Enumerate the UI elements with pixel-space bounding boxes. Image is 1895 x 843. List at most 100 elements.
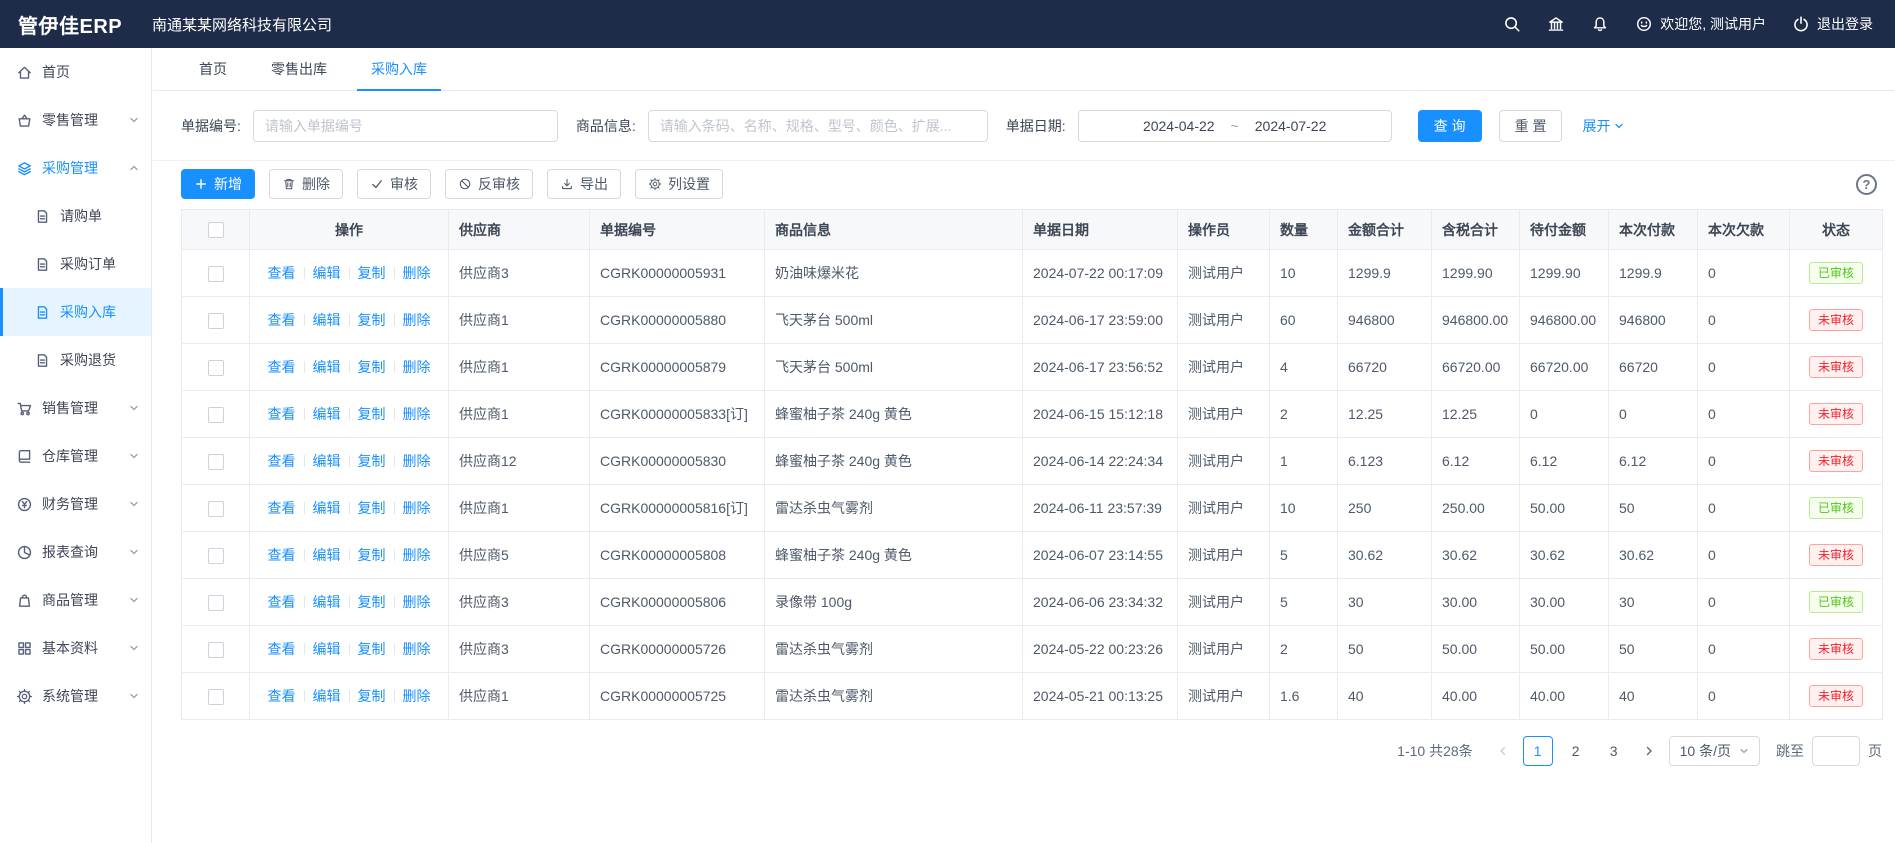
row-action-edit[interactable]: 编辑 [313, 500, 341, 516]
sidebar-item-purchase-request[interactable]: 请购单 [0, 192, 151, 240]
tab-purchase-inbound[interactable]: 采购入库 [357, 48, 441, 90]
select-all-checkbox[interactable] [208, 222, 224, 238]
row-action-delete[interactable]: 删除 [403, 641, 431, 657]
row-action-edit[interactable]: 编辑 [313, 641, 341, 657]
row-checkbox[interactable] [208, 689, 224, 705]
filter-bar: 单据编号: 商品信息: 单据日期: 2024-04-22 ~ 2024-07-2… [153, 91, 1895, 161]
add-button[interactable]: 新增 [181, 169, 255, 199]
row-action-edit[interactable]: 编辑 [313, 453, 341, 469]
row-checkbox[interactable] [208, 407, 224, 423]
row-action-edit[interactable]: 编辑 [313, 594, 341, 610]
row-action-delete[interactable]: 删除 [403, 500, 431, 516]
row-action-delete[interactable]: 删除 [403, 594, 431, 610]
row-action-view[interactable]: 查看 [268, 453, 296, 469]
page-size-select[interactable]: 10 条/页 [1669, 736, 1760, 766]
row-action-view[interactable]: 查看 [268, 500, 296, 516]
unaudit-button[interactable]: 反审核 [445, 169, 533, 199]
row-action-copy[interactable]: 复制 [358, 547, 386, 563]
audit-button[interactable]: 审核 [357, 169, 431, 199]
row-action-edit[interactable]: 编辑 [313, 547, 341, 563]
sidebar-item-sales[interactable]: 销售管理 [0, 384, 151, 432]
row-action-edit[interactable]: 编辑 [313, 688, 341, 704]
bank-icon[interactable] [1547, 15, 1565, 33]
row-action-view[interactable]: 查看 [268, 547, 296, 563]
column-settings-button[interactable]: 列设置 [635, 169, 723, 199]
row-checkbox[interactable] [208, 595, 224, 611]
page-button-3[interactable]: 3 [1599, 736, 1629, 766]
row-checkbox[interactable] [208, 642, 224, 658]
row-action-edit[interactable]: 编辑 [313, 265, 341, 281]
sidebar-item-basic-data[interactable]: 基本资料 [0, 624, 151, 672]
date-end-value[interactable]: 2024-07-22 [1255, 118, 1327, 134]
cell-to-pay: 1299.90 [1520, 250, 1609, 297]
sidebar-item-system[interactable]: 系统管理 [0, 672, 151, 720]
export-button[interactable]: 导出 [547, 169, 621, 199]
row-action-copy[interactable]: 复制 [358, 312, 386, 328]
sidebar-item-purchase-order[interactable]: 采购订单 [0, 240, 151, 288]
row-action-copy[interactable]: 复制 [358, 688, 386, 704]
row-action-view[interactable]: 查看 [268, 312, 296, 328]
sidebar-item-purchase-inbound[interactable]: 采购入库 [0, 288, 151, 336]
prev-page-button[interactable] [1491, 736, 1515, 766]
tab-retail-outbound[interactable]: 零售出库 [257, 48, 341, 90]
row-action-view[interactable]: 查看 [268, 594, 296, 610]
page-button-2[interactable]: 2 [1561, 736, 1591, 766]
user-menu[interactable]: 欢迎您, 测试用户 [1635, 14, 1766, 34]
row-action-delete[interactable]: 删除 [403, 312, 431, 328]
row-action-edit[interactable]: 编辑 [313, 406, 341, 422]
row-checkbox[interactable] [208, 266, 224, 282]
row-checkbox[interactable] [208, 313, 224, 329]
delete-button[interactable]: 删除 [269, 169, 343, 199]
row-action-delete[interactable]: 删除 [403, 265, 431, 281]
row-action-copy[interactable]: 复制 [358, 500, 386, 516]
help-icon[interactable]: ? [1856, 174, 1877, 195]
logout-button[interactable]: 退出登录 [1792, 14, 1873, 34]
row-action-view[interactable]: 查看 [268, 265, 296, 281]
sidebar-item-warehouse[interactable]: 仓库管理 [0, 432, 151, 480]
date-start-value[interactable]: 2024-04-22 [1143, 118, 1215, 134]
row-action-delete[interactable]: 删除 [403, 453, 431, 469]
row-action-copy[interactable]: 复制 [358, 594, 386, 610]
sidebar-item-purchase[interactable]: 采购管理 [0, 144, 151, 192]
search-icon[interactable] [1503, 15, 1521, 33]
pagination-total: 1-10 共28条 [1397, 741, 1472, 761]
row-action-edit[interactable]: 编辑 [313, 312, 341, 328]
jump-page-input[interactable] [1812, 736, 1860, 766]
row-action-edit[interactable]: 编辑 [313, 359, 341, 375]
sidebar-item-goods[interactable]: 商品管理 [0, 576, 151, 624]
row-action-copy[interactable]: 复制 [358, 359, 386, 375]
notification-bell-icon[interactable] [1591, 15, 1609, 33]
row-action-copy[interactable]: 复制 [358, 641, 386, 657]
row-action-copy[interactable]: 复制 [358, 265, 386, 281]
bill-no-input[interactable] [253, 110, 558, 142]
next-page-button[interactable] [1637, 736, 1661, 766]
row-action-view[interactable]: 查看 [268, 641, 296, 657]
row-action-copy[interactable]: 复制 [358, 406, 386, 422]
cell-debt: 0 [1698, 579, 1790, 626]
row-action-delete[interactable]: 删除 [403, 359, 431, 375]
sidebar-item-purchase-return[interactable]: 采购退货 [0, 336, 151, 384]
search-button[interactable]: 查 询 [1418, 110, 1482, 142]
row-action-view[interactable]: 查看 [268, 406, 296, 422]
sidebar-item-reports[interactable]: 报表查询 [0, 528, 151, 576]
expand-filters-link[interactable]: 展开 [1582, 116, 1624, 136]
row-checkbox[interactable] [208, 548, 224, 564]
reset-button[interactable]: 重 置 [1499, 110, 1563, 142]
row-action-delete[interactable]: 删除 [403, 547, 431, 563]
column-header: 状态 [1790, 210, 1883, 250]
sidebar-item-finance[interactable]: 财务管理 [0, 480, 151, 528]
row-action-view[interactable]: 查看 [268, 688, 296, 704]
row-action-view[interactable]: 查看 [268, 359, 296, 375]
product-info-input[interactable] [648, 110, 988, 142]
row-checkbox[interactable] [208, 501, 224, 517]
sidebar-item-home[interactable]: 首页 [0, 48, 151, 96]
row-action-copy[interactable]: 复制 [358, 453, 386, 469]
page-button-1[interactable]: 1 [1523, 736, 1553, 766]
sidebar-item-retail[interactable]: 零售管理 [0, 96, 151, 144]
tab-home[interactable]: 首页 [185, 48, 241, 90]
row-action-delete[interactable]: 删除 [403, 688, 431, 704]
row-action-delete[interactable]: 删除 [403, 406, 431, 422]
row-checkbox[interactable] [208, 360, 224, 376]
row-checkbox[interactable] [208, 454, 224, 470]
date-range-picker[interactable]: 2024-04-22 ~ 2024-07-22 [1078, 110, 1392, 142]
